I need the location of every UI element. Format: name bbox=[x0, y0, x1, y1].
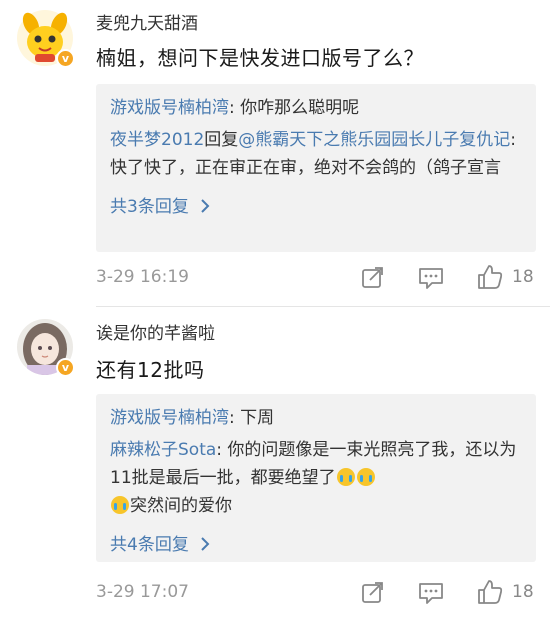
reply-item[interactable]: 夜半梦2012回复@熊霸天下之熊乐园园长儿子复仇记:快了快了，正在审正在审，绝对… bbox=[110, 126, 522, 182]
comment-item: v 诶是你的芊酱啦 还有12批吗 游戏版号楠柏湾: 下周 麻辣松子Sota: 你… bbox=[0, 307, 550, 617]
chevron-right-icon bbox=[201, 537, 210, 551]
more-replies-link[interactable]: 共3条回复 bbox=[110, 192, 210, 217]
reply-text: 回复 bbox=[204, 130, 239, 150]
like-count: 18 bbox=[512, 267, 534, 287]
reply-item[interactable]: 游戏版号楠柏湾: 下周 bbox=[110, 404, 522, 432]
repost-icon[interactable] bbox=[361, 266, 385, 290]
comment-date: 3-29 17:07 bbox=[96, 582, 189, 602]
more-replies-link[interactable]: 共4条回复 bbox=[110, 530, 210, 555]
reply-text: : 下周 bbox=[229, 408, 275, 428]
reply-author[interactable]: 夜半梦2012 bbox=[110, 130, 204, 150]
reply-box[interactable]: 游戏版号楠柏湾: 下周 麻辣松子Sota: 你的问题像是一束光照亮了我，还以为1… bbox=[96, 394, 536, 562]
thumbs-up-icon[interactable] bbox=[477, 264, 503, 290]
reply-item[interactable]: 游戏版号楠柏湾: 你咋那么聪明呢 bbox=[110, 94, 522, 122]
reply-mention[interactable]: @熊霸天下之熊乐园园长儿子复仇记 bbox=[238, 130, 510, 150]
chevron-right-icon bbox=[201, 199, 210, 213]
crying-laughing-emoji-icon bbox=[356, 468, 375, 486]
reply-author[interactable]: 游戏版号楠柏湾 bbox=[110, 98, 229, 118]
comment-meta: 3-29 16:19 18 bbox=[96, 263, 550, 293]
repost-icon[interactable] bbox=[361, 581, 385, 605]
avatar[interactable]: v bbox=[17, 319, 75, 377]
comment-meta: 3-29 17:07 18 bbox=[96, 578, 550, 608]
username[interactable]: 诶是你的芊酱啦 bbox=[96, 319, 215, 344]
reply-author[interactable]: 麻辣松子Sota bbox=[110, 440, 216, 460]
thumbs-up-icon[interactable] bbox=[477, 579, 503, 605]
avatar[interactable]: v bbox=[17, 10, 75, 68]
comment-item: v 麦兜九天甜酒 楠姐，想问下是快发进口版号了么？ 游戏版号楠柏湾: 你咋那么聪… bbox=[0, 0, 550, 305]
username[interactable]: 麦兜九天甜酒 bbox=[96, 9, 198, 34]
reply-text: : 你咋那么聪明呢 bbox=[229, 98, 360, 118]
comment-icon[interactable] bbox=[418, 581, 444, 605]
reply-author[interactable]: 游戏版号楠柏湾 bbox=[110, 408, 229, 428]
comment-text: 楠姐，想问下是快发进口版号了么？ bbox=[96, 46, 424, 70]
reply-text: 突然间的爱你 bbox=[130, 496, 232, 516]
comment-icon[interactable] bbox=[418, 266, 444, 290]
comment-text: 还有12批吗 bbox=[96, 358, 205, 382]
crying-laughing-emoji-icon bbox=[111, 496, 129, 514]
crying-laughing-emoji-icon bbox=[336, 468, 355, 486]
verified-badge: v bbox=[56, 49, 75, 68]
more-replies-label: 共4条回复 bbox=[110, 535, 189, 555]
more-replies-label: 共3条回复 bbox=[110, 197, 189, 217]
like-count: 18 bbox=[512, 582, 534, 602]
comment-date: 3-29 16:19 bbox=[96, 267, 189, 287]
reply-item[interactable]: 麻辣松子Sota: 你的问题像是一束光照亮了我，还以为11批是最后一批，都要绝望… bbox=[110, 436, 522, 520]
reply-box[interactable]: 游戏版号楠柏湾: 你咋那么聪明呢 夜半梦2012回复@熊霸天下之熊乐园园长儿子复… bbox=[96, 84, 536, 252]
verified-badge: v bbox=[56, 358, 75, 377]
